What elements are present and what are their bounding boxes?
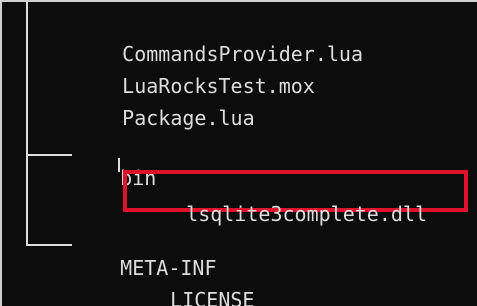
file-entry-highlighted: lsqlite3complete.dll [138,178,427,226]
file-name: Package.lua [122,106,255,130]
folder-entry-meta-inf: META-INF [72,232,216,280]
tree-bin-subline [118,158,120,172]
file-entry: LuaRocksTest.mox [74,50,315,98]
file-entry: CommandsProvider.lua [74,18,363,66]
file-name: lsqlite3complete.dll [186,202,427,226]
file-entry: Package.lua [74,82,254,130]
terminal-window: CommandsProvider.lua LuaRocksTest.mox Pa… [0,0,477,306]
tree-branch-meta-inf [26,244,72,246]
folder-entry-bin: bin [72,142,156,190]
file-name: LICENSE [170,288,255,306]
file-entry: LICENSE [122,264,254,306]
tree-branch-bin [26,154,72,156]
tree-trunk-line [26,2,28,244]
